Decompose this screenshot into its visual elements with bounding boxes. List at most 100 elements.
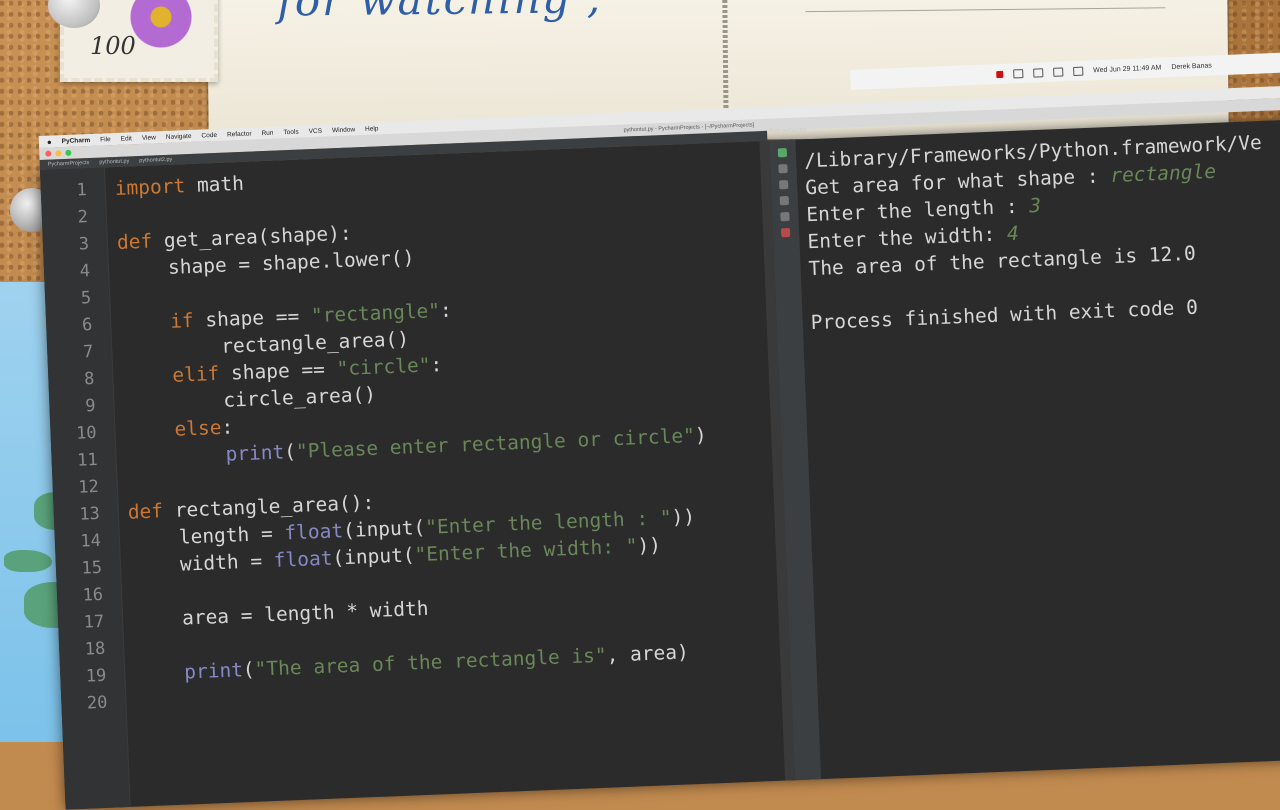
line-number: 16 [82, 584, 104, 606]
code-text: : [439, 298, 453, 323]
run-icon[interactable] [777, 148, 788, 158]
code-text: )) [636, 533, 662, 558]
menu-refactor[interactable]: Refactor [227, 130, 252, 138]
menu-view[interactable]: View [142, 134, 156, 142]
string-literal: "circle" [336, 353, 431, 381]
rerun-icon[interactable] [779, 179, 789, 190]
close-run-icon[interactable] [780, 227, 791, 238]
line-number: 6 [81, 315, 93, 336]
menu-tools[interactable]: Tools [283, 128, 298, 136]
menu-vcs[interactable]: VCS [308, 127, 322, 135]
console-user-input: rectangle [1109, 159, 1217, 188]
code-text: ) [694, 423, 708, 447]
menubar-user[interactable]: Derek Banas [1171, 62, 1212, 71]
flower-image [126, 0, 196, 50]
code-text: : [429, 353, 443, 377]
line-number: 9 [84, 395, 96, 417]
postcard-address-line [805, 7, 1166, 13]
code-text: rectangle_area(): [162, 490, 375, 523]
line-number: 13 [78, 503, 101, 525]
scroll-icon[interactable] [779, 195, 790, 206]
console-user-input: 4 [1006, 221, 1020, 246]
project-tab[interactable]: PycharmProjects [48, 160, 90, 168]
console-exit-message: Process finished with exit code 0 [810, 295, 1199, 335]
keyword: elif [171, 361, 220, 387]
code-line-17: area = length * width [182, 597, 429, 630]
console-prompt: Enter the width: [807, 222, 1008, 254]
code-line-7: rectangle_area() [221, 327, 410, 358]
line-number: 8 [83, 368, 95, 390]
line-number: 10 [75, 422, 97, 444]
stop-icon[interactable] [778, 164, 788, 174]
builtin-function: print [225, 440, 285, 466]
console-user-input: 3 [1028, 193, 1042, 218]
code-text: : [220, 415, 234, 439]
menu-run[interactable]: Run [261, 129, 273, 136]
builtin-function: float [283, 519, 344, 545]
menu-code[interactable]: Code [201, 131, 217, 139]
line-number: 2 [77, 207, 89, 228]
code-line-19: print("The area of the rectangle is", ar… [184, 640, 689, 683]
line-number: 11 [76, 449, 99, 471]
code-line-8: elif shape == "circle": [172, 353, 443, 387]
zoom-icon[interactable] [65, 149, 72, 156]
run-tab[interactable]: pythontut [782, 127, 807, 134]
line-number: 5 [80, 288, 92, 309]
menu-edit[interactable]: Edit [121, 135, 132, 142]
line-number: 14 [80, 530, 102, 552]
window-controls [45, 149, 72, 157]
menu-navigate[interactable]: Navigate [166, 132, 192, 140]
menu-help[interactable]: Help [365, 125, 379, 133]
line-number: 20 [86, 692, 108, 714]
postcard-handwriting: for watching , [277, 0, 602, 26]
volume-icon[interactable] [1053, 66, 1064, 77]
code-text: )) [671, 505, 696, 529]
line-number: 4 [79, 261, 91, 282]
run-label[interactable]: Run [769, 128, 780, 134]
code-line-6: if shape == "rectangle": [170, 299, 452, 333]
line-number: 3 [78, 234, 90, 255]
stamp-denomination: 100 [90, 32, 136, 60]
minimize-icon[interactable] [55, 150, 62, 157]
string-literal: "Enter the width: " [414, 534, 638, 567]
code-line-4: shape = shape.lower() [168, 246, 415, 279]
line-number: 12 [77, 476, 100, 498]
battery-icon[interactable] [1073, 66, 1084, 76]
code-text: shape == [218, 357, 338, 385]
console-prompt: Enter the length : [805, 194, 1030, 227]
code-text: length = [178, 521, 285, 549]
keyword: def [116, 229, 153, 254]
close-icon[interactable] [45, 150, 52, 157]
postcard-divider [722, 0, 729, 110]
line-number: 19 [85, 665, 107, 687]
dropbox-icon[interactable] [1013, 68, 1024, 78]
code-text: (input( [342, 515, 426, 543]
code-text: shape == [193, 304, 312, 332]
keyword: def [127, 499, 164, 524]
file-tab-2[interactable]: pythontut2.py [139, 157, 172, 164]
menu-app[interactable]: PyCharm [62, 136, 91, 144]
print-icon[interactable] [780, 211, 790, 222]
line-number: 17 [83, 611, 105, 633]
apple-icon[interactable]: ● [47, 137, 52, 146]
string-literal: "Please enter rectangle or circle" [295, 423, 696, 463]
menu-file[interactable]: File [100, 136, 111, 143]
record-icon[interactable] [996, 70, 1004, 78]
code-text: width = [179, 548, 275, 576]
line-number: 18 [84, 638, 106, 660]
wifi-icon[interactable] [1033, 67, 1044, 78]
builtin-function: print [183, 658, 244, 684]
code-text: rectangle_area() [220, 327, 410, 358]
menu-window[interactable]: Window [332, 126, 355, 134]
code-line-10: else: [174, 415, 234, 440]
console-line: Enter the width: 4 [807, 222, 1019, 253]
keyword: import [114, 174, 186, 201]
menubar-datetime[interactable]: Wed Jun 29 11:49 AM [1093, 64, 1161, 74]
code-text: , area) [606, 640, 690, 667]
file-tab[interactable]: pythontut.py [99, 158, 129, 165]
string-literal: "The area of the rectangle is" [254, 643, 608, 681]
code-line-9: circle_area() [223, 383, 376, 412]
code-line-1: import math [114, 172, 244, 200]
line-number: 1 [76, 180, 88, 201]
map-land [4, 550, 52, 572]
